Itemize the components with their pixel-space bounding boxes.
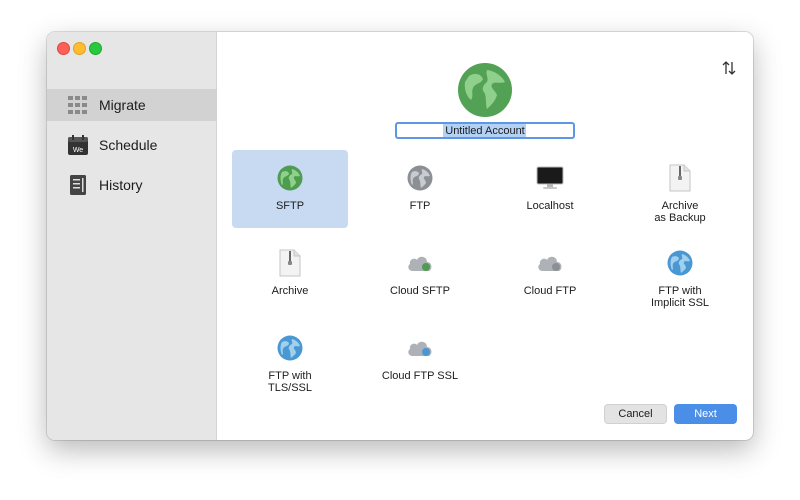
app-window: Migrate We Schedule History Untitled Acc… — [47, 32, 753, 440]
type-label: FTP with TLS/SSL — [267, 370, 313, 394]
type-tile-ftp-implicit-ssl[interactable]: FTP with Implicit SSL — [622, 235, 738, 313]
zip-file-icon — [276, 249, 304, 277]
type-tile-archive[interactable]: Archive — [232, 235, 348, 313]
calendar-icon: We — [67, 134, 89, 156]
type-label: Cloud FTP — [523, 285, 577, 297]
sidebar-item-label: Migrate — [99, 97, 146, 113]
sidebar: Migrate We Schedule History — [47, 32, 217, 440]
type-tile-localhost[interactable]: Localhost — [492, 150, 608, 228]
sidebar-item-schedule[interactable]: We Schedule — [47, 129, 217, 161]
type-label: Archive — [271, 285, 309, 297]
calendar-badge: We — [73, 147, 83, 154]
type-tile-cloud-ftp[interactable]: Cloud FTP — [492, 235, 608, 313]
sidebar-item-label: Schedule — [99, 137, 158, 153]
type-tile-ftp-tls-ssl[interactable]: FTP with TLS/SSL — [232, 320, 348, 398]
main-panel: SFTP FTP Localhost Archive as Backup A — [217, 32, 753, 440]
cloud-gray-icon — [536, 249, 564, 277]
zoom-window-button[interactable] — [89, 42, 102, 55]
sidebar-item-history[interactable]: History — [47, 169, 217, 201]
globe-gray-icon — [406, 164, 434, 192]
type-tile-ftp[interactable]: FTP — [362, 150, 478, 228]
minimize-window-button[interactable] — [73, 42, 86, 55]
account-name-input[interactable] — [395, 122, 575, 139]
type-tile-archive-backup[interactable]: Archive as Backup — [622, 150, 738, 228]
type-tile-cloud-sftp[interactable]: Cloud SFTP — [362, 235, 478, 313]
sidebar-item-migrate[interactable]: Migrate — [47, 89, 217, 121]
sort-arrows-icon[interactable] — [721, 60, 737, 76]
type-label: FTP — [409, 200, 431, 212]
globe-green-icon — [276, 164, 304, 192]
monitor-icon — [536, 164, 564, 192]
cancel-button[interactable]: Cancel — [604, 404, 667, 424]
type-tile-sftp[interactable]: SFTP — [232, 150, 348, 228]
zip-file-icon — [666, 164, 694, 192]
type-tile-cloud-ftp-ssl[interactable]: Cloud FTP SSL — [362, 320, 478, 398]
cloud-green-icon — [406, 249, 434, 277]
type-label: SFTP — [275, 200, 305, 212]
globe-blue-icon — [276, 334, 304, 362]
type-label: Archive as Backup — [654, 200, 706, 224]
globe-blue-icon — [666, 249, 694, 277]
account-globe-icon[interactable] — [457, 62, 513, 118]
type-label: Cloud FTP SSL — [381, 370, 459, 382]
type-label: Cloud SFTP — [390, 285, 450, 297]
grid-icon — [67, 94, 89, 116]
type-label: Localhost — [526, 200, 574, 212]
next-button[interactable]: Next — [674, 404, 737, 424]
type-label: FTP with Implicit SSL — [650, 285, 710, 309]
document-list-icon — [67, 174, 89, 196]
close-window-button[interactable] — [57, 42, 70, 55]
cloud-blue-icon — [406, 334, 434, 362]
sidebar-item-label: History — [99, 177, 143, 193]
